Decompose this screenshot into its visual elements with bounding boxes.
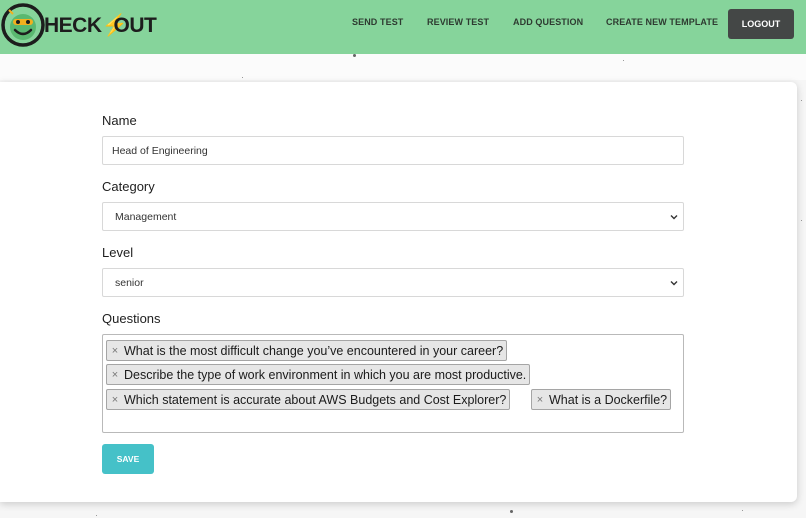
question-tag-text: What is a Dockerfile?: [549, 392, 668, 407]
question-tag-text: What is the most difficult change you’ve…: [124, 343, 504, 358]
logo-wordmark: HECK ⚡ OUT: [44, 14, 157, 38]
logo-bolt-icon: ⚡: [101, 14, 128, 37]
logo-face-icon: [0, 2, 46, 48]
decor-dot: [510, 510, 513, 513]
decor-speck: [742, 510, 743, 511]
nav-review-test[interactable]: REVIEW TEST: [427, 17, 489, 27]
category-select-value: Management: [115, 210, 177, 223]
chevron-down-icon: [670, 281, 678, 286]
questions-label: Questions: [102, 311, 161, 326]
remove-tag-icon[interactable]: ×: [108, 365, 122, 384]
remove-tag-icon[interactable]: ×: [533, 390, 547, 409]
question-tag-text: Which statement is accurate about AWS Bu…: [124, 392, 507, 407]
name-input[interactable]: Head of Engineering: [102, 136, 684, 165]
category-select[interactable]: Management: [102, 202, 684, 231]
save-button[interactable]: SAVE: [102, 444, 154, 474]
question-tag-text: Describe the type of work environment in…: [124, 367, 527, 382]
decor-speck: [623, 60, 624, 61]
question-tag: × Describe the type of work environment …: [106, 364, 531, 385]
question-tag: × What is the most difficult change you’…: [106, 340, 508, 361]
remove-tag-icon[interactable]: ×: [108, 390, 122, 409]
checkout-logo[interactable]: HECK ⚡ OUT: [0, 2, 157, 48]
level-select-value: senior: [115, 276, 144, 289]
header-strip: [0, 54, 806, 80]
nav-add-question[interactable]: ADD QUESTION: [513, 17, 583, 27]
decor-speck: [96, 515, 97, 516]
logo-text-suffix: OUT: [113, 14, 157, 37]
decor-speck: [801, 100, 802, 101]
decor-dot: [353, 54, 356, 57]
nav-create-new-template[interactable]: CREATE NEW TEMPLATE: [606, 17, 718, 27]
remove-tag-icon[interactable]: ×: [108, 341, 122, 360]
nav-send-test[interactable]: SEND TEST: [352, 17, 403, 27]
level-select[interactable]: senior: [102, 268, 684, 297]
decor-speck: [242, 77, 243, 78]
name-input-value: Head of Engineering: [112, 144, 208, 157]
question-tag: × Which statement is accurate about AWS …: [106, 389, 511, 410]
decor-speck: [801, 220, 802, 221]
logo-text-prefix: HECK: [44, 14, 102, 37]
top-navbar: HECK ⚡ OUT SEND TEST REVIEW TEST ADD QUE…: [0, 0, 806, 54]
chevron-down-icon: [670, 215, 678, 220]
question-tag: × What is a Dockerfile?: [531, 389, 672, 410]
logout-button[interactable]: LOGOUT: [728, 9, 794, 39]
category-label: Category: [102, 179, 155, 194]
level-label: Level: [102, 245, 134, 260]
name-label: Name: [102, 113, 137, 128]
